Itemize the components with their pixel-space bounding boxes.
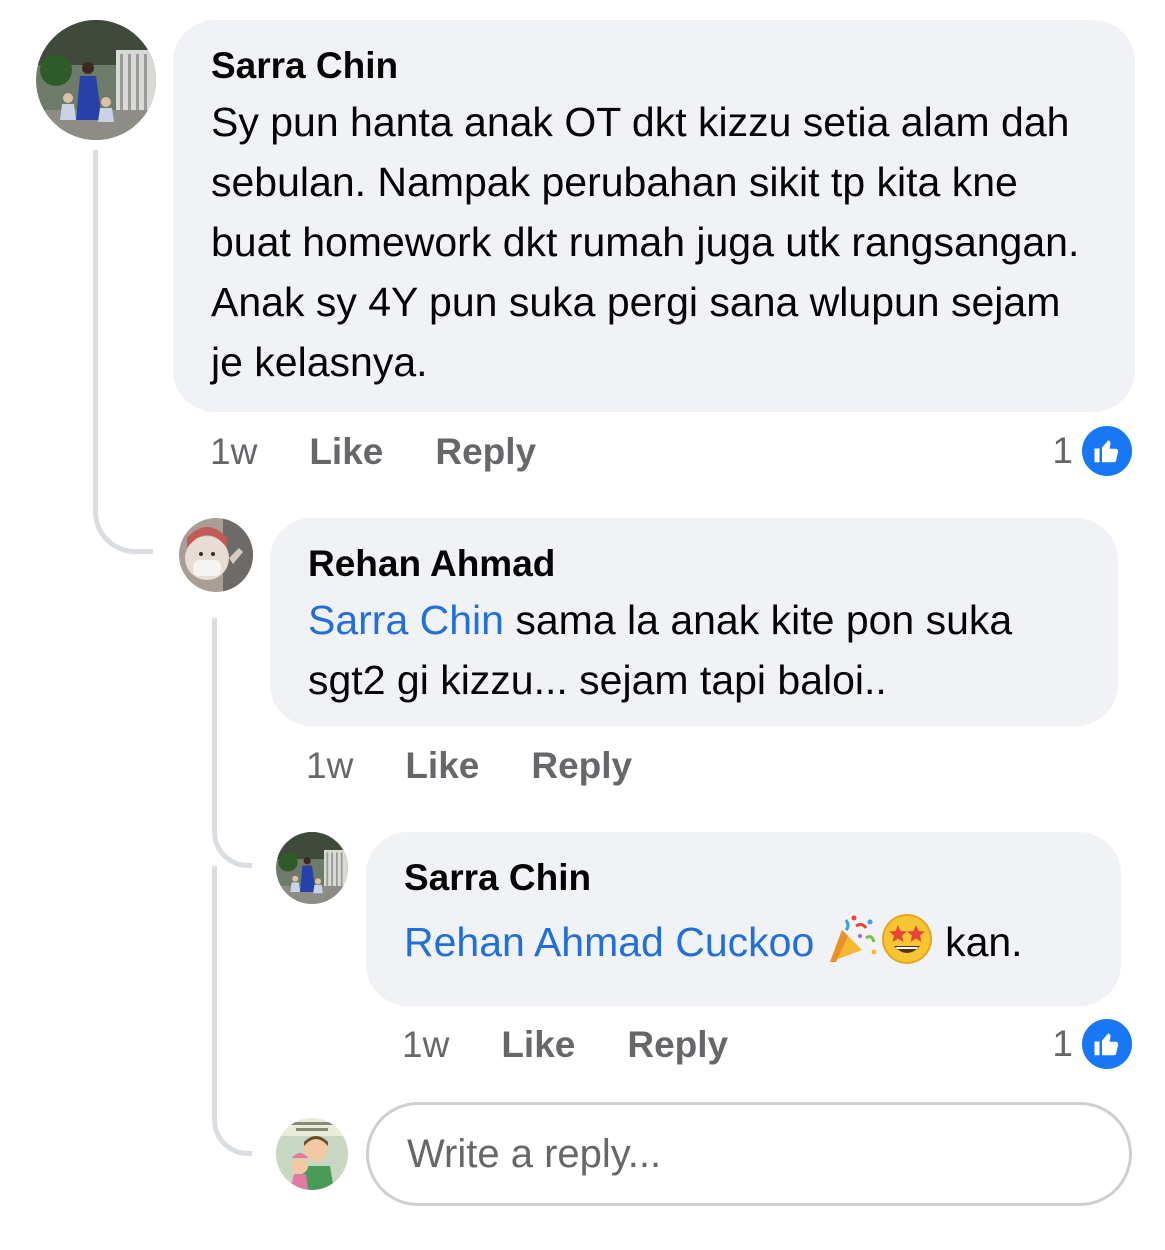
like-icon: [1079, 423, 1135, 479]
reply-button[interactable]: Reply: [435, 432, 536, 472]
comment-actions: 1w Like Reply: [402, 1025, 780, 1065]
reply-button[interactable]: Reply: [627, 1025, 728, 1065]
reaction-count: 1: [1052, 430, 1073, 471]
comment-text: Sarra Chin sama la anak kite pon suka sg…: [308, 590, 1082, 710]
avatar-sarra-chin[interactable]: [276, 832, 348, 904]
thread-connector-line: [93, 150, 153, 554]
reaction-summary[interactable]: 1: [1052, 423, 1135, 479]
party-popper-icon: [826, 912, 880, 966]
thread-connector-line: [212, 618, 252, 868]
comment-author[interactable]: Rehan Ahmad: [308, 544, 1082, 584]
like-button[interactable]: Like: [501, 1025, 575, 1065]
comment-bubble: Sarra Chin Rehan Ahmad Cuckoo kan.: [366, 832, 1121, 1006]
comment-bubble: Sarra Chin Sy pun hanta anak OT dkt kizz…: [173, 20, 1135, 412]
reaction-summary[interactable]: 1: [1052, 1016, 1135, 1072]
comment-text: Sy pun hanta anak OT dkt kizzu setia ala…: [211, 99, 1080, 385]
comment-text: Rehan Ahmad Cuckoo kan.: [404, 912, 1085, 972]
like-button[interactable]: Like: [405, 746, 479, 786]
avatar-sarra-chin[interactable]: [36, 20, 156, 140]
like-icon: [1079, 1016, 1135, 1072]
comment-timestamp[interactable]: 1w: [210, 432, 257, 472]
profile-photo: [179, 518, 253, 592]
profile-photo: [276, 832, 348, 904]
comment-timestamp[interactable]: 1w: [306, 746, 353, 786]
like-button[interactable]: Like: [309, 432, 383, 472]
profile-photo: [276, 1118, 348, 1190]
star-struck-icon: [880, 912, 934, 966]
mention-link[interactable]: Rehan Ahmad Cuckoo: [404, 919, 814, 965]
comment-actions: 1w Like Reply: [210, 432, 588, 472]
profile-photo: [36, 20, 156, 140]
reaction-count: 1: [1052, 1023, 1073, 1064]
reply-input[interactable]: [405, 1130, 1093, 1178]
comment-author[interactable]: Sarra Chin: [404, 858, 1085, 898]
reply-button[interactable]: Reply: [531, 746, 632, 786]
comment-timestamp[interactable]: 1w: [402, 1025, 449, 1065]
comment-bubble: Rehan Ahmad Sarra Chin sama la anak kite…: [270, 518, 1118, 726]
mention-link[interactable]: Sarra Chin: [308, 597, 504, 643]
comment-body: kan.: [933, 919, 1023, 965]
reply-input-container[interactable]: [366, 1102, 1132, 1206]
thread-connector-line: [212, 866, 252, 1156]
current-user-avatar: [276, 1118, 348, 1190]
comment-author[interactable]: Sarra Chin: [211, 46, 1099, 86]
avatar-rehan-ahmad[interactable]: [179, 518, 253, 592]
comment-actions: 1w Like Reply: [306, 746, 684, 786]
